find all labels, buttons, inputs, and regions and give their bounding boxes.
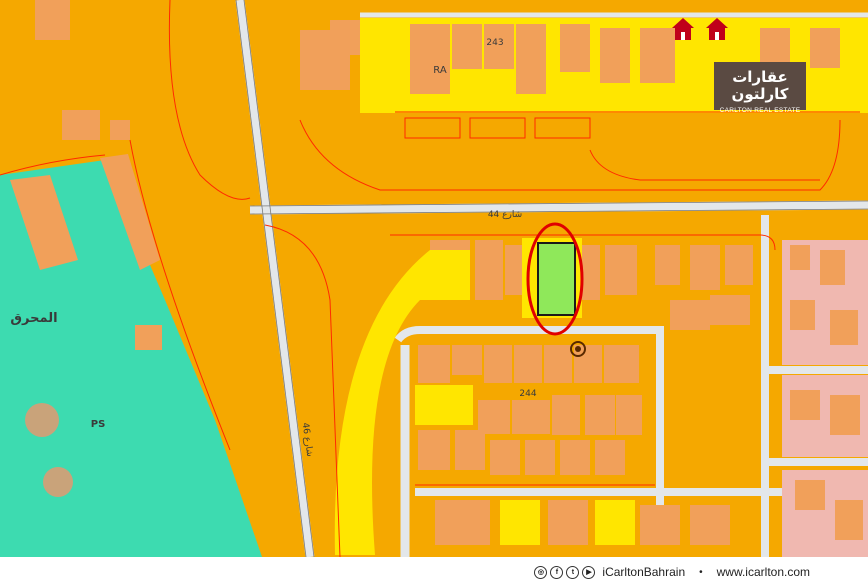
map-screenshot: المحرق PS RA 243 244 شارع 44 شارع 46 عقا… bbox=[0, 0, 868, 587]
twitter-icon[interactable]: t bbox=[566, 565, 580, 579]
youtube-icon[interactable]: ▶ bbox=[582, 565, 596, 579]
block-244-plots bbox=[415, 340, 655, 480]
footer-bar: ◎ f t ▶ iCarltonBahrain • www.icarlton.c… bbox=[0, 557, 868, 587]
highlighted-plot[interactable] bbox=[537, 242, 576, 316]
road-44-label: شارع 44 bbox=[488, 210, 522, 220]
plot bbox=[62, 110, 100, 140]
mosque-marker-dot bbox=[575, 346, 581, 352]
block-244-label: 244 bbox=[519, 389, 536, 399]
block-243-label: 243 bbox=[486, 38, 503, 48]
tank bbox=[43, 467, 73, 497]
social-handle[interactable]: iCarltonBahrain bbox=[602, 565, 685, 579]
instagram-icon[interactable]: ◎ bbox=[534, 565, 548, 579]
plot bbox=[110, 120, 130, 140]
website-link[interactable]: www.icarlton.com bbox=[717, 565, 810, 579]
logo-english-text: CARLTON REAL ESTATE bbox=[719, 107, 801, 114]
footer-separator: • bbox=[699, 566, 703, 578]
facebook-icon[interactable]: f bbox=[550, 565, 564, 579]
ps-label: PS bbox=[91, 419, 106, 430]
ra-label: RA bbox=[433, 65, 447, 76]
pink-zone-plots bbox=[782, 240, 868, 557]
plot bbox=[35, 0, 70, 40]
plot bbox=[135, 325, 162, 350]
area-name-label: المحرق bbox=[10, 311, 57, 326]
tank bbox=[25, 403, 59, 437]
logo-arabic-text: عقارات كارلتون bbox=[731, 68, 789, 103]
carlton-logo: عقارات كارلتون CARLTON REAL ESTATE bbox=[714, 62, 806, 114]
